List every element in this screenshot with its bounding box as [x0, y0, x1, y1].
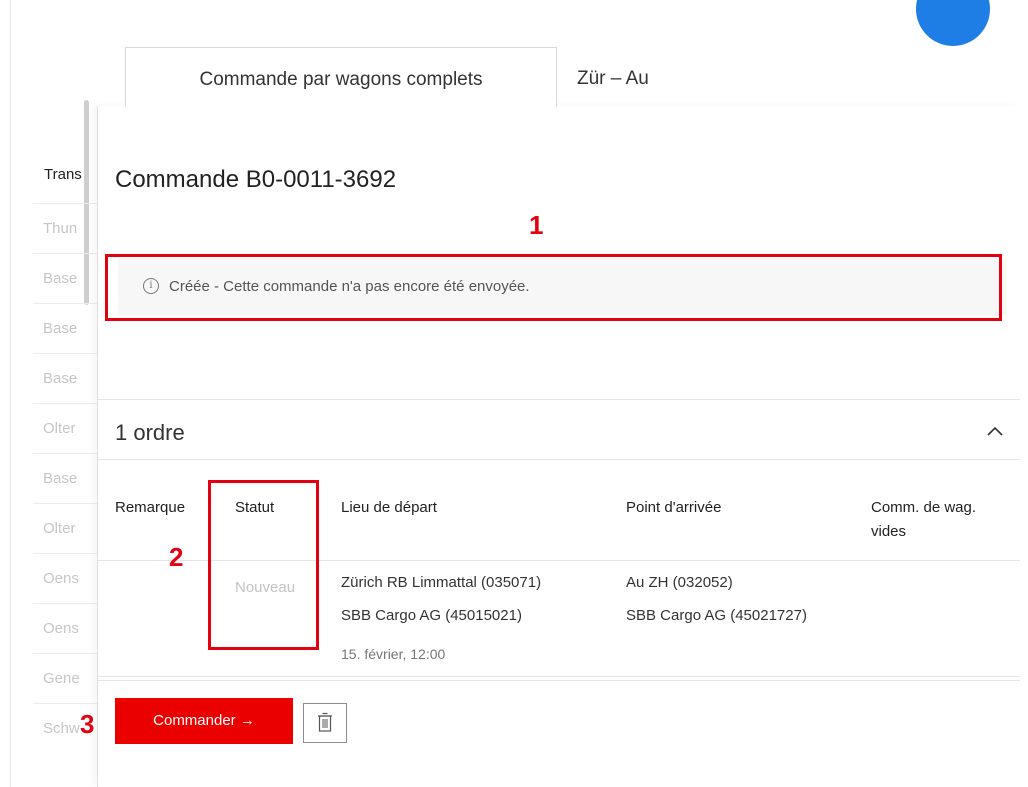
- background-list-item[interactable]: Gene: [33, 653, 99, 703]
- user-avatar-bubble[interactable]: [916, 0, 990, 46]
- table-bottom-divider: [98, 680, 1020, 681]
- annotation-number-1: 1: [529, 210, 544, 240]
- column-header-remarque: Remarque: [115, 499, 186, 516]
- cell-departure-station: Zürich RB Limmattal (035071): [341, 574, 542, 591]
- background-list-item[interactable]: Base: [33, 253, 99, 303]
- annotation-number-2: 2: [169, 542, 184, 572]
- background-list-header: Trans: [44, 166, 82, 183]
- background-list-item[interactable]: Base: [33, 453, 99, 503]
- annotation-box-1: [105, 254, 1002, 321]
- background-list-item[interactable]: Thun: [33, 203, 99, 253]
- tab-commande-wagons-complets[interactable]: Commande par wagons complets: [125, 47, 557, 107]
- cell-arrival-company: SBB Cargo AG (45021727): [626, 607, 807, 624]
- background-list-item[interactable]: Oens: [33, 603, 99, 653]
- background-list-item[interactable]: Oens: [33, 553, 99, 603]
- cell-arrival-station: Au ZH (032052): [626, 574, 733, 591]
- app-frame: Trans Thun Base Base Base Olter Base Olt…: [10, 0, 1028, 787]
- section-divider: [98, 399, 1020, 400]
- tab-zur-au[interactable]: Zür – Au: [577, 47, 877, 107]
- background-list-item[interactable]: Olter: [33, 503, 99, 553]
- orders-section-title: 1 ordre: [115, 420, 185, 445]
- background-list-item[interactable]: Olter: [33, 403, 99, 453]
- cell-departure-date: 15. février, 12:00: [341, 646, 446, 662]
- cell-departure-company: SBB Cargo AG (45015021): [341, 607, 522, 624]
- trash-icon: [318, 712, 332, 732]
- order-submit-button[interactable]: Commander →: [115, 698, 293, 744]
- order-panel: Commande B0-0011-3692 i Créée - Cette com…: [97, 106, 1020, 787]
- background-list-item[interactable]: Base: [33, 303, 99, 353]
- annotation-box-2: [208, 480, 319, 650]
- chevron-up-icon[interactable]: [986, 422, 1004, 440]
- table-bottom-divider: [98, 676, 1020, 677]
- background-list-item[interactable]: Base: [33, 353, 99, 403]
- annotation-number-3: 3: [80, 709, 95, 739]
- delete-button[interactable]: [303, 703, 347, 743]
- column-header-lieu-depart: Lieu de départ: [341, 499, 437, 516]
- section-divider: [98, 459, 1020, 460]
- column-header-comm-wag-vides: Comm. de wag. vides: [871, 499, 977, 540]
- page-title: Commande B0-0011-3692: [115, 166, 397, 193]
- column-header-point-arrivee: Point d'arrivée: [626, 499, 722, 516]
- tab-bar: Commande par wagons complets Zür – Au: [125, 47, 1019, 107]
